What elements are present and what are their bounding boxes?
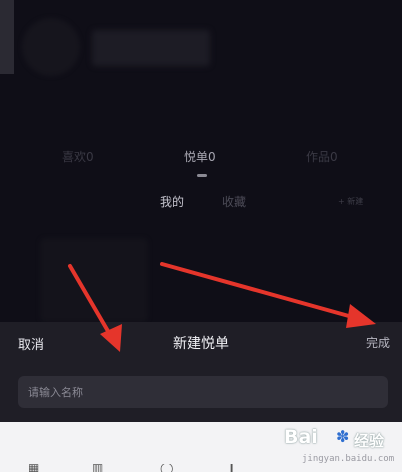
playlist-cover: [40, 238, 148, 322]
tab-likes[interactable]: 喜欢0: [62, 148, 94, 165]
paw-icon: ✽: [336, 427, 350, 446]
watermark-url: jingyan.baidu.com: [302, 454, 395, 464]
grid-icon[interactable]: ▦: [28, 464, 46, 472]
avatar: [22, 18, 80, 76]
tab-indicator: [197, 174, 207, 177]
sheet-header: 取消 新建悦单 完成: [0, 322, 402, 366]
playlist-name-input[interactable]: [18, 376, 388, 408]
new-playlist-link[interactable]: + 新建: [338, 196, 363, 207]
new-playlist-sheet: 取消 新建悦单 完成: [0, 322, 402, 422]
username-blurred: [92, 30, 210, 66]
profile-tabs: 喜欢0 悦单0 作品0: [0, 148, 402, 168]
sub-tab-mine[interactable]: 我的: [160, 193, 184, 210]
pin-icon[interactable]: ┃: [228, 464, 246, 472]
watermark-brand: Bai: [284, 426, 318, 448]
status-corner: [0, 0, 14, 74]
sub-tab-favorites[interactable]: 收藏: [222, 193, 246, 210]
tab-playlists[interactable]: 悦单0: [184, 148, 216, 165]
bars-icon[interactable]: ▥: [92, 464, 110, 472]
done-button[interactable]: 完成: [366, 334, 390, 351]
tab-works[interactable]: 作品0: [306, 148, 338, 165]
sheet-title: 新建悦单: [173, 336, 229, 352]
circle-icon[interactable]: ◯: [160, 464, 178, 472]
watermark-suffix: 经验: [354, 432, 385, 450]
baidu-watermark: Bai ✽ 经验 jingyan.baidu.com: [284, 424, 394, 470]
profile-background: 喜欢0 悦单0 作品0 我的 收藏 + 新建: [0, 0, 402, 322]
